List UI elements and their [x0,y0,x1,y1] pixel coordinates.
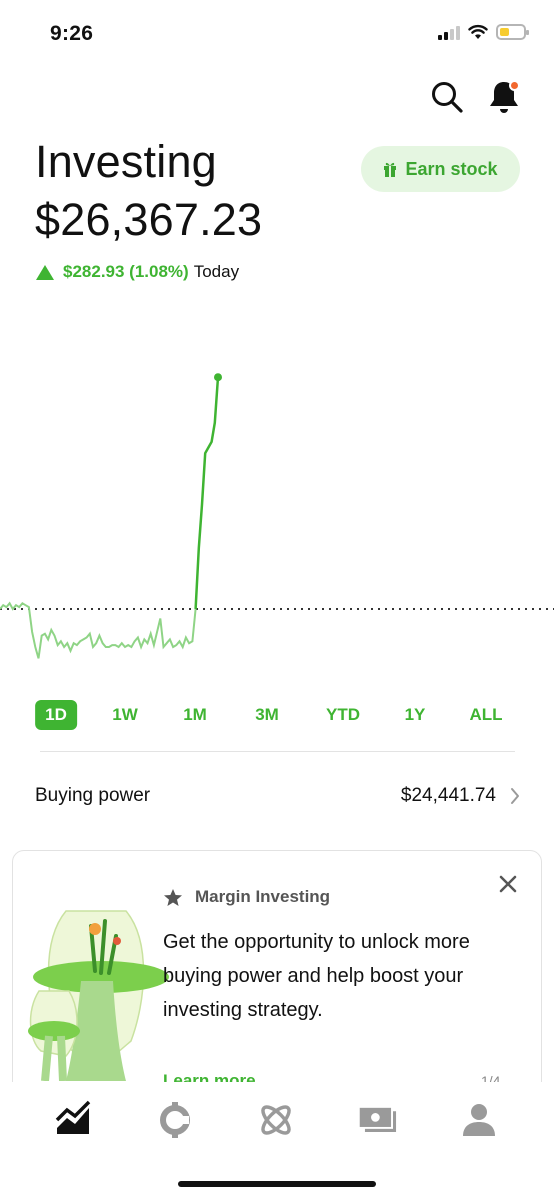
battery-icon [496,24,529,40]
atom-icon[interactable] [256,1100,296,1140]
earn-stock-button[interactable]: Earn stock [361,146,520,192]
terrarium-illustration [28,910,169,1081]
chart-line [194,377,220,610]
portfolio-chart[interactable] [0,280,554,700]
range-3m[interactable]: 3M [245,700,289,730]
buying-power-value: $24,441.74 [400,785,496,806]
chart-current-point [214,373,222,382]
range-ytd[interactable]: YTD [316,700,370,730]
range-all[interactable]: ALL [459,700,512,730]
status-time: 9:26 [50,22,94,45]
divider [40,751,515,752]
range-selector: 1D 1W 1M 3M YTD 1Y ALL [0,700,554,730]
investing-icon[interactable] [53,1100,93,1140]
range-1d[interactable]: 1D [35,700,77,730]
card-body: Get the opportunity to unlock more buyin… [163,931,470,1021]
gift-icon [384,162,397,177]
notifications-button[interactable] [486,78,522,116]
card-tag: Margin Investing [163,887,330,907]
close-icon[interactable] [497,873,519,895]
wifi-icon [468,24,488,39]
account-icon[interactable] [459,1100,499,1140]
buying-power-label: Buying power [35,785,151,806]
buying-power-row[interactable]: Buying power $24,441.74 [35,776,520,816]
range-1y[interactable]: 1Y [395,700,436,730]
change-amount: $282.93 (1.08%) [63,262,189,281]
notification-badge [509,80,520,91]
star-icon [164,888,182,906]
range-1w[interactable]: 1W [102,700,148,730]
page-title: Investing [35,136,217,187]
daily-change: $282.93 (1.08%) Today [36,262,239,282]
change-period: Today [193,262,240,281]
card-tag-label: Margin Investing [195,887,331,906]
portfolio-value: $26,367.23 [35,194,263,245]
earn-stock-label: Earn stock [405,158,498,179]
up-arrow-icon [36,264,54,280]
margin-promo-card[interactable]: Margin Investing Get the opportunity to … [12,850,542,1100]
chart-line-prev [0,601,197,659]
search-icon[interactable] [430,80,464,114]
home-indicator [178,1181,376,1187]
signal-icon [438,24,460,40]
cash-icon[interactable] [358,1100,398,1140]
range-1m[interactable]: 1M [173,700,217,730]
crypto-icon[interactable] [155,1100,195,1140]
status-icons [438,24,529,40]
chevron-right-icon [511,788,519,804]
